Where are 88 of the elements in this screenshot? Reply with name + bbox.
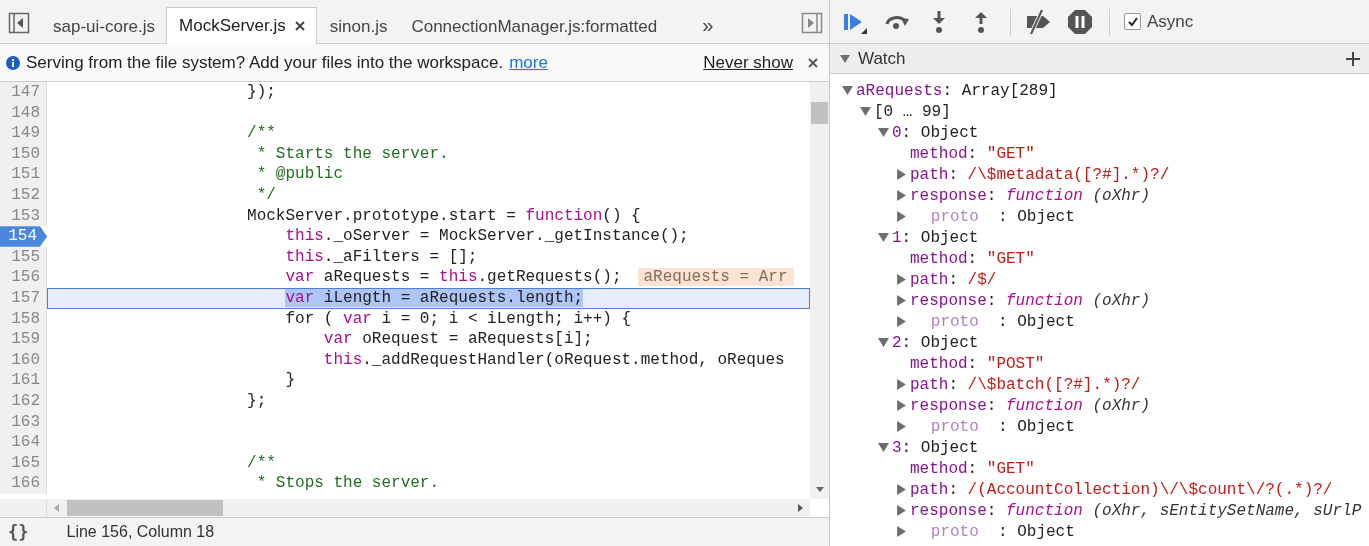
- watch-entry[interactable]: response: function (oXhr, sEntitySetName, sUrlP: [910, 501, 1362, 520]
- crossed-tag-icon: [1025, 8, 1051, 35]
- expand-arrow-icon[interactable]: [896, 484, 907, 495]
- toggle-navigator-icon[interactable]: [8, 12, 30, 34]
- expand-arrow-icon[interactable]: [896, 400, 907, 411]
- pause-on-exceptions-button[interactable]: [1067, 8, 1093, 35]
- expand-arrow-icon[interactable]: [896, 211, 907, 222]
- watch-entry[interactable]: response: function (oXhr): [910, 186, 1151, 205]
- expand-arrow-icon[interactable]: [896, 169, 907, 180]
- code-line: * Starts the server.: [255, 143, 450, 165]
- scroll-right-icon[interactable]: [796, 504, 804, 512]
- code-line: /**: [246, 452, 277, 474]
- watch-entry[interactable]: 3: Object: [892, 438, 979, 457]
- close-icon[interactable]: [293, 20, 306, 32]
- watch-section-header[interactable]: Watch: [830, 44, 1369, 74]
- watch-entry[interactable]: aRequests: Array[289]: [856, 81, 1058, 100]
- code-line: * Stops the server.: [255, 473, 441, 494]
- watch-entry[interactable]: proto : Object: [910, 207, 1075, 226]
- watch-entry[interactable]: path: /\$batch([?#].*)?/: [910, 375, 1141, 394]
- code-line: this._oServer = MockServer._getInstance();: [284, 226, 690, 247]
- info-message: Serving from the file system? Add your files into the workspace.: [26, 52, 504, 73]
- pretty-print-button[interactable]: {}: [0, 522, 37, 542]
- expand-arrow-icon[interactable]: [896, 274, 907, 285]
- code-line: var oRequest = aRequests[i];: [322, 329, 594, 350]
- watch-entry[interactable]: method: "GET": [910, 459, 1035, 478]
- pause-icon: [1067, 8, 1093, 35]
- watch-entry[interactable]: method: "GET": [910, 249, 1035, 268]
- scroll-thumb[interactable]: [811, 102, 828, 124]
- code-line: /**: [246, 123, 277, 144]
- watch-entry[interactable]: path: /(AccountCollection)\/\$count\/?(.*)?/: [910, 480, 1333, 499]
- expand-arrow-icon[interactable]: [896, 421, 907, 432]
- code-line: for ( var i = 0; i < iLength; i++) {: [284, 308, 633, 330]
- deactivate-breakpoints-button[interactable]: [1025, 8, 1051, 35]
- expand-arrow-icon[interactable]: [896, 379, 907, 390]
- watch-entry[interactable]: 1: Object: [892, 228, 979, 247]
- async-checkbox[interactable]: Async: [1124, 11, 1194, 32]
- watch-entry[interactable]: method: "GET": [910, 144, 1035, 163]
- expand-arrow-icon[interactable]: [878, 337, 889, 348]
- horizontal-scrollbar[interactable]: [47, 499, 810, 517]
- file-tab[interactable]: sinon.js: [316, 8, 399, 44]
- expand-arrow-icon[interactable]: [896, 316, 907, 327]
- code-line: });: [246, 82, 277, 103]
- watch-entry[interactable]: proto : Object: [910, 522, 1075, 541]
- watch-entry[interactable]: path: /$/: [910, 270, 997, 289]
- more-tabs-button[interactable]: »: [694, 7, 722, 43]
- cursor-position: Line 156, Column 18: [66, 523, 215, 541]
- code-line: };: [246, 390, 268, 412]
- vertical-scrollbar[interactable]: [810, 82, 829, 500]
- expand-arrow-icon[interactable]: [842, 85, 853, 96]
- watch-entry[interactable]: 0: Object: [892, 123, 979, 142]
- expand-arrow-icon[interactable]: [896, 505, 907, 516]
- code-line: var aRequests = this.getRequests(); aRequests = Arr: [47, 267, 810, 288]
- more-link[interactable]: more: [509, 52, 548, 73]
- close-icon[interactable]: [807, 56, 819, 69]
- watch-entry[interactable]: path: /\$metadata([?#].*)?/: [910, 165, 1170, 184]
- info-icon: [6, 55, 20, 70]
- expand-arrow-icon[interactable]: [896, 190, 907, 201]
- file-tab[interactable]: ConnectionManager.js:formatted: [398, 8, 669, 44]
- code-line: }: [284, 370, 297, 391]
- code-line: */: [255, 184, 277, 206]
- watch-entry[interactable]: proto : Object: [910, 417, 1075, 436]
- inline-value: aRequests = Arr: [637, 268, 794, 287]
- watch-entry[interactable]: proto : Object: [910, 312, 1075, 331]
- expand-arrow-icon[interactable]: [878, 127, 889, 138]
- scroll-thumb[interactable]: [67, 500, 223, 516]
- expand-arrow-icon[interactable]: [896, 526, 907, 537]
- code-line: * @public: [255, 164, 345, 185]
- expand-arrow-icon[interactable]: [860, 106, 871, 117]
- expand-arrow-icon[interactable]: [840, 53, 850, 64]
- expand-arrow-icon[interactable]: [878, 232, 889, 243]
- watch-entry[interactable]: [0 … 99]: [874, 102, 951, 121]
- add-icon[interactable]: [1345, 50, 1361, 67]
- code-line: this._aFilters = [];: [284, 246, 479, 268]
- file-tab[interactable]: sap-ui-core.js: [40, 8, 167, 44]
- scroll-down-icon[interactable]: [815, 485, 824, 494]
- code-line: MockServer.prototype.start = function() {: [246, 205, 642, 227]
- checkmark-icon: [1126, 15, 1139, 28]
- watch-entry[interactable]: response: function (oXhr): [910, 396, 1151, 415]
- toggle-debugger-icon[interactable]: [801, 12, 823, 34]
- watch-entry[interactable]: response: function (oXhr): [910, 291, 1151, 310]
- watch-entry[interactable]: method: "POST": [910, 354, 1045, 373]
- never-show-link[interactable]: Never show: [703, 52, 793, 73]
- line-number[interactable]: 154: [0, 226, 47, 247]
- expand-arrow-icon[interactable]: [878, 442, 889, 453]
- watch-entry[interactable]: 2: Object: [892, 333, 979, 352]
- expand-arrow-icon[interactable]: [896, 295, 907, 306]
- file-tab[interactable]: MockServer.js: [166, 7, 317, 44]
- code-line: this._addRequestHandler(oRequest.method, oReques: [322, 349, 786, 371]
